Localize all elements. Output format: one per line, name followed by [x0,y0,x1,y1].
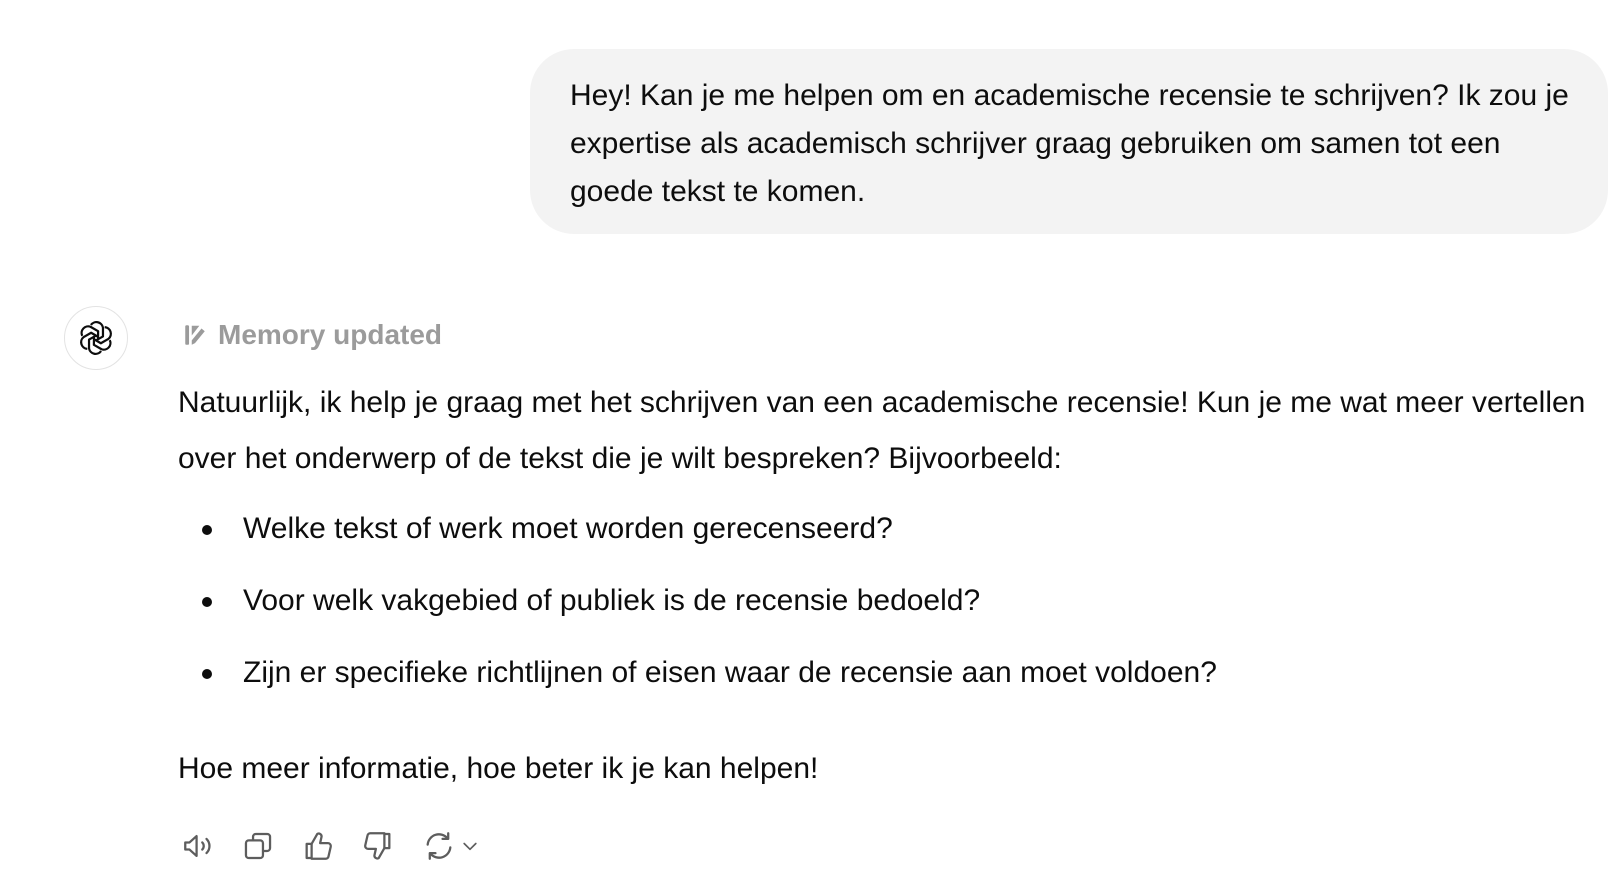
list-item-text: Voor welk vakgebied of publiek is de rec… [243,584,981,617]
bullet-dot [202,597,212,607]
bullet-dot [202,525,212,535]
assistant-avatar [64,306,128,370]
bad-response-button[interactable] [358,826,398,866]
chevron-down-icon [463,842,477,851]
bullet-dot [202,669,212,679]
chat-page: Hey! Kan je me helpen om en academische … [0,0,1622,882]
list-item: Voor welk vakgebied of publiek is de rec… [178,573,1598,645]
regenerate-icon [426,832,452,860]
list-item-text: Zijn er specifieke richtlijnen of eisen … [243,656,1217,689]
assistant-closing-text: Hoe meer informatie, hoe beter ik je kan… [178,752,819,785]
read-aloud-button[interactable] [178,826,218,866]
regenerate-button[interactable] [418,826,484,866]
copy-icon [244,832,272,860]
thumbs-up-icon [305,832,332,860]
user-message-bubble: Hey! Kan je me helpen om en academische … [530,49,1608,234]
list-item: Welke tekst of werk moet worden gerecens… [178,501,1598,573]
list-item-text: Welke tekst of werk moet worden gerecens… [243,512,893,545]
memory-updated-label: Memory updated [218,319,443,350]
user-message-text: Hey! Kan je me helpen om en academische … [570,79,1569,208]
message-action-bar [178,826,484,866]
assistant-bullet-list: Welke tekst of werk moet worden gerecens… [178,501,1598,717]
memory-updated-indicator[interactable]: Memory updated [182,318,442,352]
openai-logo-icon [80,321,112,355]
memory-pencil-icon [185,325,205,345]
thumbs-down-icon [364,832,391,860]
list-item: Zijn er specifieke richtlijnen of eisen … [178,645,1598,717]
assistant-intro-text: Natuurlijk, ik help je graag met het sch… [178,386,1586,475]
copy-button[interactable] [238,826,278,866]
speaker-icon [184,834,211,858]
good-response-button[interactable] [298,826,338,866]
assistant-message: Natuurlijk, ik help je graag met het sch… [178,375,1598,797]
